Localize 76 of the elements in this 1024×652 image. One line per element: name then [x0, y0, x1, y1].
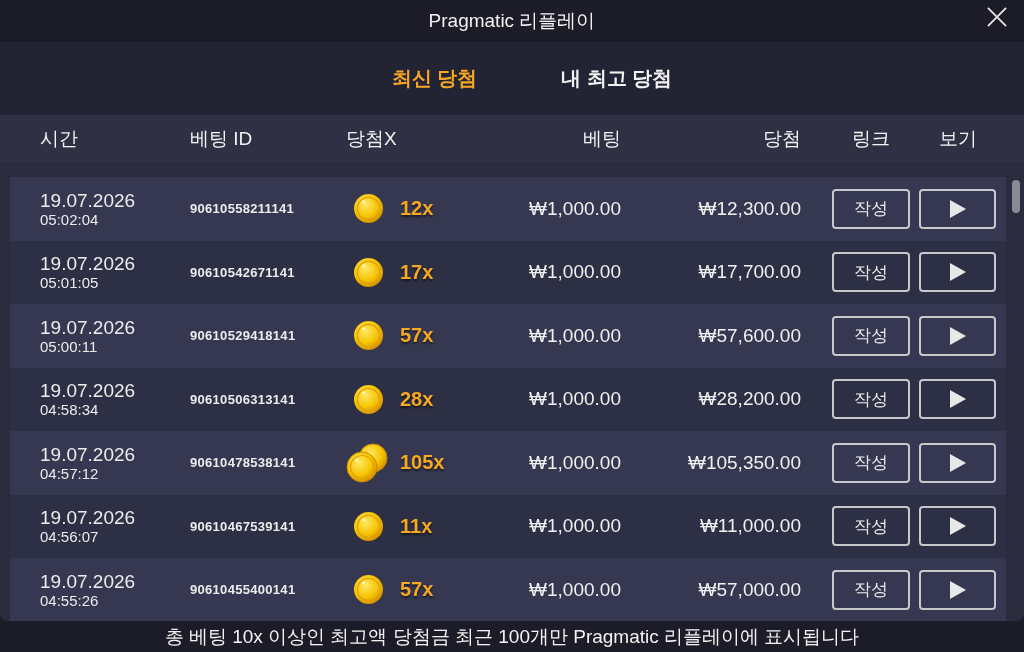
- bet-amount-cell-text: ₩1,000.00: [528, 261, 621, 284]
- time-text: 04:55:26: [40, 592, 100, 608]
- time-text: 04:57:12: [40, 465, 100, 481]
- play-icon: [949, 263, 966, 282]
- time-text: 05:00:11: [40, 338, 99, 354]
- play-button[interactable]: [919, 315, 996, 356]
- bet-amount-cell-text: ₩1,000.00: [528, 451, 621, 474]
- play-icon: [949, 199, 966, 218]
- bet-id-cell-text: 90610558211141: [190, 201, 295, 217]
- win-amount-cell-text: ₩12,300.00: [697, 197, 801, 220]
- play-button[interactable]: [919, 569, 996, 610]
- bet-id-cell-text: 90610478538141: [190, 455, 297, 471]
- footer-note: 총 베팅 10x 이상인 최고액 당첨금 최근 100개만 Pragmatic 리플레이에 표시됩니다: [164, 624, 860, 649]
- date-text: 19.07.2026: [40, 381, 137, 401]
- date-text: 19.07.2026: [40, 571, 137, 591]
- date-text: 19.07.2026: [40, 444, 137, 464]
- play-icon: [949, 390, 966, 409]
- create-link-button[interactable]: 작성: [832, 569, 910, 610]
- column-header: 베팅: [582, 127, 621, 151]
- bet-amount-cell-text: ₩1,000.00: [528, 388, 621, 411]
- time-text: 05:01:05: [40, 275, 100, 291]
- win-amount-cell-text: ₩105,350.00: [686, 451, 801, 474]
- win-amount-cell-text: ₩28,200.00: [697, 388, 801, 411]
- play-button[interactable]: [919, 506, 996, 547]
- win-amount-cell-text: ₩57,600.00: [697, 324, 801, 347]
- bet-amount-cell-text: ₩1,000.00: [528, 515, 621, 538]
- create-link-button[interactable]: 작성: [832, 252, 910, 293]
- close-icon[interactable]: [987, 7, 1007, 27]
- column-header: 링크: [851, 127, 891, 151]
- bet-amount-cell-text: ₩1,000.00: [528, 578, 621, 601]
- win-amount-cell-text: ₩11,000.00: [698, 515, 801, 538]
- time-text: 04:58:34: [40, 402, 100, 418]
- play-icon: [949, 326, 966, 345]
- multiplier-text: 11x: [400, 514, 433, 538]
- date-text: 19.07.2026: [40, 254, 137, 274]
- play-icon: [949, 517, 966, 536]
- date-text: 19.07.2026: [40, 190, 137, 210]
- column-header: 시간: [40, 127, 79, 151]
- bet-id-cell-text: 90610529418141: [190, 328, 297, 344]
- create-link-button[interactable]: 작성: [832, 442, 910, 483]
- multiplier-text: 12x: [400, 197, 434, 221]
- play-button[interactable]: [919, 379, 996, 420]
- bet-id-cell-text: 90610506313141: [190, 391, 297, 407]
- tab[interactable]: 최신 당첨: [389, 61, 480, 96]
- bet-id-cell-text: 90610467539141: [190, 518, 297, 534]
- scrollbar-thumb[interactable]: [1012, 180, 1020, 213]
- play-button[interactable]: [919, 252, 996, 293]
- play-icon: [949, 580, 966, 599]
- column-header: 당첨: [762, 127, 801, 151]
- multiplier-text: 57x: [400, 578, 434, 602]
- bet-id-cell-text: 90610455400141: [190, 582, 297, 598]
- time-text: 04:56:07: [40, 529, 100, 545]
- date-text: 19.07.2026: [40, 508, 137, 528]
- multiplier-text: 57x: [400, 324, 434, 348]
- multiplier-text: 28x: [400, 387, 434, 411]
- create-link-button[interactable]: 작성: [832, 506, 910, 547]
- multiplier-text: 17x: [400, 260, 434, 284]
- create-link-button[interactable]: 작성: [832, 188, 910, 229]
- tab[interactable]: 내 최고 당첨: [559, 61, 675, 96]
- win-amount-cell-text: ₩57,000.00: [697, 578, 801, 601]
- play-icon: [949, 453, 966, 472]
- column-header: 베팅 ID: [190, 127, 254, 151]
- window-title: Pragmatic 리플레이: [428, 9, 596, 33]
- win-amount-cell-text: ₩17,700.00: [697, 261, 801, 284]
- create-link-button[interactable]: 작성: [832, 315, 910, 356]
- bet-id-cell-text: 90610542671141: [190, 264, 296, 280]
- play-button[interactable]: [919, 188, 996, 229]
- date-text: 19.07.2026: [40, 317, 137, 337]
- bet-amount-cell-text: ₩1,000.00: [528, 324, 621, 347]
- bet-amount-cell-text: ₩1,000.00: [528, 197, 621, 220]
- column-header: 보기: [937, 127, 978, 151]
- column-header: 당첨X: [346, 127, 398, 151]
- time-text: 05:02:04: [40, 211, 100, 227]
- multiplier-text: 105x: [400, 451, 445, 475]
- create-link-button[interactable]: 작성: [832, 379, 910, 420]
- play-button[interactable]: [919, 442, 996, 483]
